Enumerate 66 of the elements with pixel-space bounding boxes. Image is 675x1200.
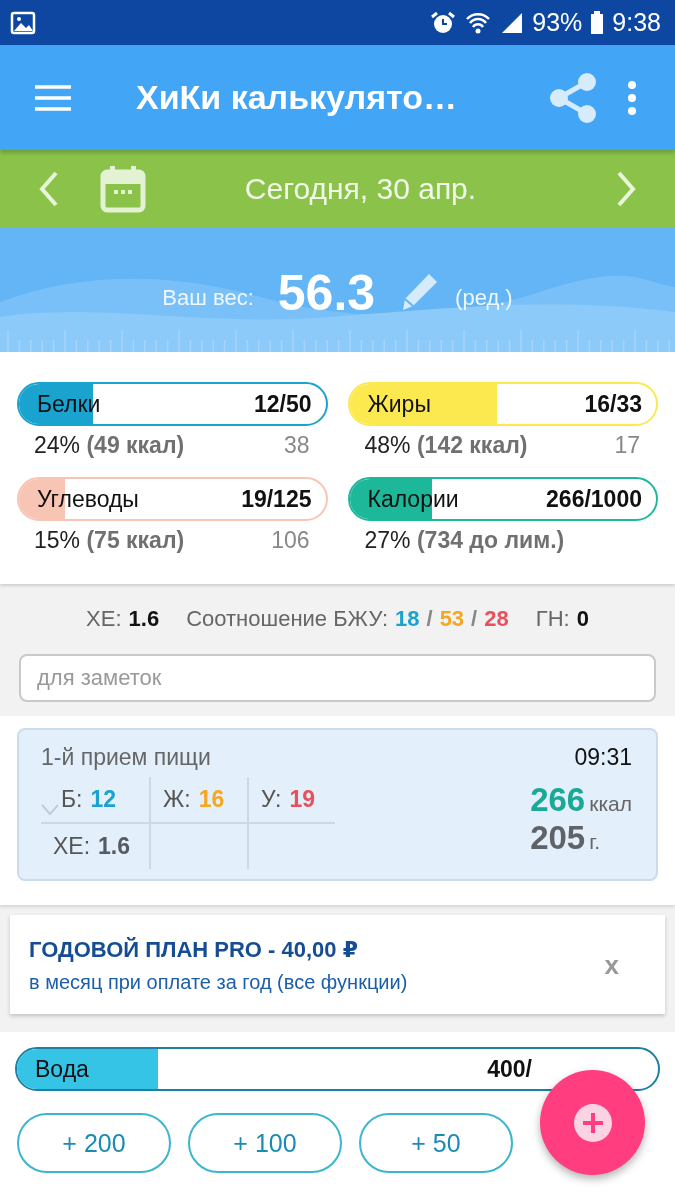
xe-value: 1.6 — [128, 606, 160, 632]
calories-unit: ккал — [589, 792, 632, 816]
percent-text: 15% (75 ккал) — [34, 527, 185, 554]
add-water-button[interactable]: + 200 — [17, 1113, 171, 1173]
ratio-value: 18 — [395, 606, 420, 632]
meal-title: 1-й прием пищи — [41, 744, 211, 771]
add-water-button[interactable]: + 100 — [188, 1113, 342, 1173]
percent-text: 24% (49 ккал) — [34, 432, 185, 459]
ratio-value: 28 — [484, 606, 509, 632]
ratio-separator: / — [471, 606, 478, 632]
meal-time: 09:31 — [574, 744, 632, 771]
calories-value: 266 — [530, 781, 586, 819]
close-button[interactable]: x — [598, 949, 625, 982]
notes-field[interactable]: для заметок — [19, 654, 656, 702]
nutrient-reading: 16/33 — [584, 390, 642, 418]
remaining-value: 17 — [614, 432, 640, 459]
menu-icon[interactable] — [35, 83, 71, 112]
nutrient-label: Углеводы — [37, 485, 139, 513]
nutrient-label: Б: — [61, 786, 83, 813]
battery-percent: 93% — [532, 8, 583, 37]
chevron-left-icon[interactable] — [38, 171, 60, 207]
nutrient-reading: 19/125 — [241, 485, 312, 513]
nutrient-label: Жиры — [367, 390, 431, 418]
app-title: ХиКи калькулято… — [136, 78, 458, 117]
share-icon[interactable] — [549, 71, 597, 124]
nutrient-value: 12 — [90, 786, 117, 813]
chevron-right-icon[interactable] — [615, 171, 637, 207]
nutrient-label: Ж: — [163, 786, 191, 813]
remaining-value: 38 — [283, 432, 310, 459]
alarm-icon — [430, 9, 457, 36]
nutrient-value: 16 — [198, 786, 225, 813]
chevron-down-icon[interactable] — [41, 804, 59, 816]
xe-label: ХЕ: — [86, 606, 122, 632]
ratio-value: 53 — [439, 606, 465, 632]
promo-title: ГОДОВОЙ ПЛАН PRO - 40,00 ₽ — [29, 937, 359, 963]
ratio-separator: / — [426, 606, 433, 632]
nutrient-reading: 266/1000 — [546, 485, 642, 513]
add-water-button[interactable]: + 50 — [359, 1113, 513, 1173]
water-reading: 400/ — [487, 1055, 532, 1083]
nutrient-label: У: — [261, 786, 282, 813]
add-button[interactable] — [540, 1070, 645, 1175]
water-label: Вода — [35, 1055, 89, 1083]
calendar-icon[interactable] — [100, 165, 146, 213]
more-options-icon[interactable] — [627, 79, 637, 116]
nutrient-label: ХЕ: — [53, 833, 91, 860]
image-icon — [10, 10, 36, 35]
nutrient-value: 1.6 — [98, 833, 131, 860]
ratio-label: Соотношение БЖУ: — [186, 606, 388, 632]
weight-total: 205 — [530, 819, 586, 857]
percent-text: 48% (142 ккал) — [364, 432, 528, 459]
weight-value: 56.3 — [277, 264, 376, 322]
remaining-value: 106 — [271, 527, 310, 554]
nutrient-reading: 12/50 — [253, 390, 312, 418]
battery-icon — [590, 10, 605, 35]
gn-label: ГН: — [535, 606, 570, 632]
weight-unit: г. — [589, 830, 601, 854]
percent-text: 27% (734 до лим.) — [364, 527, 565, 554]
promo-subtitle: в месяц при оплате за год (все функции) — [29, 971, 409, 994]
meal-card[interactable]: 1-й прием пищи 09:31 Б: 12 Ж: 16 У: 19 ХЕ: 1.6 266 ккал 205 г. — [17, 728, 658, 881]
nutrient-value: 19 — [289, 786, 316, 813]
clock: 9:38 — [612, 8, 661, 37]
gn-value: 0 — [576, 606, 589, 632]
weight-label: Ваш вес: — [162, 285, 254, 311]
plus-icon — [572, 1102, 613, 1143]
edit-link[interactable]: (ред.) — [455, 285, 513, 311]
promo-banner[interactable]: ГОДОВОЙ ПЛАН PRO - 40,00 ₽ в месяц при оплате за год (все функции) x — [10, 915, 665, 1014]
